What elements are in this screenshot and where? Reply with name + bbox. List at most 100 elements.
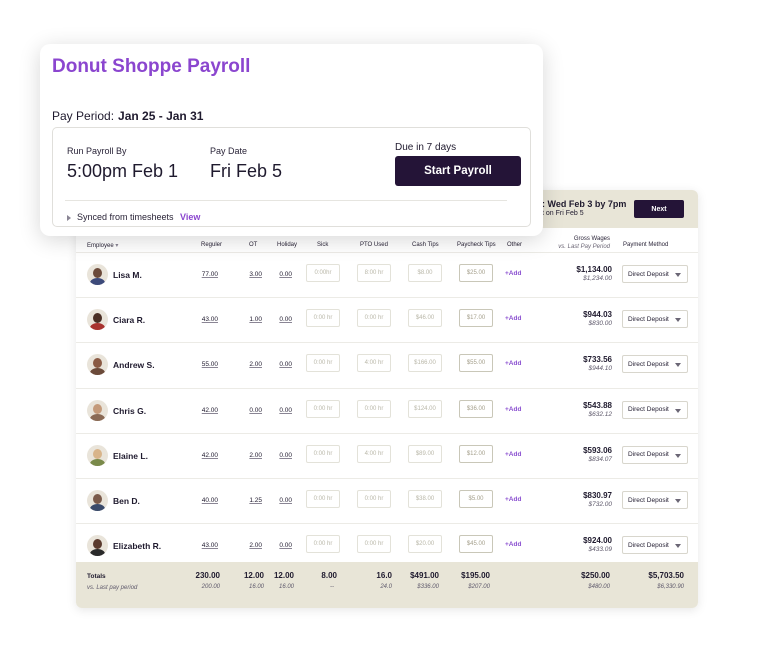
employee-name[interactable]: Andrew S. [113, 360, 155, 370]
payment-method-select[interactable]: Direct Deposit [622, 536, 688, 555]
cash-tips-input[interactable]: $46.00 [408, 309, 442, 328]
column-header-employee[interactable]: Employee ▾ [87, 242, 118, 249]
sick-input[interactable]: 0:00 hr [306, 535, 340, 554]
view-timesheets-link[interactable]: View [180, 212, 200, 222]
expand-caret-icon[interactable] [67, 215, 71, 221]
employee-name[interactable]: Chris G. [113, 406, 146, 416]
regular-hours[interactable]: 42.00 [202, 452, 218, 459]
paycheck-tips-input[interactable]: $25.00 [459, 264, 493, 282]
ot-hours[interactable]: 1.25 [249, 497, 262, 504]
regular-hours[interactable]: 55.00 [202, 361, 218, 368]
chevron-down-icon [675, 273, 681, 277]
paycheck-tips-input[interactable]: $5.00 [459, 490, 493, 508]
avatar [87, 309, 108, 331]
total-cash-tips: $491.00 [410, 571, 439, 580]
cash-tips-input[interactable]: $20.00 [408, 535, 442, 554]
regular-hours[interactable]: 77.00 [202, 271, 218, 278]
ot-hours[interactable]: 2.00 [249, 542, 262, 549]
pto-input[interactable]: 0:00 hr [357, 309, 391, 328]
add-other-link[interactable]: +Add [505, 270, 521, 277]
prev-total-sick: -- [330, 584, 334, 590]
ot-hours[interactable]: 1.00 [249, 316, 262, 323]
holiday-hours[interactable]: 0.00 [279, 542, 292, 549]
deadline-subtext: t on Fri Feb 5 [542, 210, 584, 217]
add-other-link[interactable]: +Add [505, 451, 521, 458]
regular-hours[interactable]: 43.00 [202, 542, 218, 549]
pay-period: Pay Period: Jan 25 - Jan 31 [52, 109, 203, 123]
holiday-hours[interactable]: 0.00 [279, 361, 292, 368]
gross-wages-value: $593.06 [583, 445, 612, 455]
add-other-link[interactable]: +Add [505, 360, 521, 367]
pto-input[interactable]: 4:00 hr [357, 354, 391, 373]
paycheck-tips-input[interactable]: $36.00 [459, 399, 493, 418]
start-payroll-button[interactable]: Start Payroll [395, 156, 521, 186]
pto-input[interactable]: 0:00 hr [357, 535, 391, 554]
paycheck-tips-input[interactable]: $17.00 [459, 309, 493, 328]
holiday-hours[interactable]: 0.00 [279, 452, 292, 459]
holiday-hours[interactable]: 0.00 [279, 497, 292, 504]
payroll-summary-card: Donut Shoppe Payroll Pay Period: Jan 25 -… [40, 44, 543, 236]
page-title: Donut Shoppe Payroll [52, 56, 251, 77]
regular-hours[interactable]: 42.00 [202, 407, 218, 414]
cash-tips-input[interactable]: $124.00 [408, 399, 442, 418]
sick-input[interactable]: 0:00 hr [306, 354, 340, 373]
sick-input[interactable]: 0:00 hr [306, 399, 340, 418]
payment-method-select[interactable]: Direct Deposit [622, 400, 688, 419]
gross-wages: $593.06 $834.07 [546, 446, 612, 464]
payment-method-select[interactable]: Direct Deposit [622, 445, 688, 464]
ot-hours[interactable]: 2.00 [249, 452, 262, 459]
employee-name[interactable]: Lisa M. [113, 270, 142, 280]
paycheck-tips-input[interactable]: $45.00 [459, 535, 493, 554]
payment-method-select[interactable]: Direct Deposit [622, 491, 688, 509]
holiday-hours[interactable]: 0.00 [279, 316, 292, 323]
gross-wages-value: $733.56 [583, 355, 612, 365]
pay-date-value: Fri Feb 5 [210, 161, 283, 181]
regular-hours[interactable]: 43.00 [202, 316, 218, 323]
next-button[interactable]: Next [634, 200, 684, 218]
payment-method-select[interactable]: Direct Deposit [622, 310, 688, 329]
sick-input[interactable]: 0:00hr [306, 264, 340, 282]
gross-wages-value: $924.00 [583, 536, 612, 546]
cash-tips-input[interactable]: $89.00 [408, 444, 442, 463]
cash-tips-input[interactable]: $166.00 [408, 354, 442, 373]
payment-method-select[interactable]: Direct Deposit [622, 355, 688, 374]
ot-hours[interactable]: 0.00 [249, 407, 262, 414]
payment-method-select[interactable]: Direct Deposit [622, 265, 688, 283]
add-other-link[interactable]: +Add [505, 496, 521, 503]
holiday-hours[interactable]: 0.00 [279, 407, 292, 414]
ot-hours[interactable]: 2.00 [249, 361, 262, 368]
pto-input[interactable]: 8:00 hr [357, 264, 391, 282]
paycheck-tips-input[interactable]: $12.00 [459, 444, 493, 463]
holiday-hours[interactable]: 0.00 [279, 271, 292, 278]
add-other-link[interactable]: +Add [505, 541, 521, 548]
add-other-link[interactable]: +Add [505, 315, 521, 322]
pto-input[interactable]: 0:00 hr [357, 399, 391, 418]
ot-hours[interactable]: 3.00 [249, 271, 262, 278]
run-by-value: 5:00pm Feb 1 [67, 161, 179, 181]
sick-input[interactable]: 0:00 hr [306, 444, 340, 463]
gross-wages: $924.00 $433.09 [546, 536, 612, 554]
regular-hours[interactable]: 40.00 [202, 497, 218, 504]
paycheck-tips-input[interactable]: $55.00 [459, 354, 493, 373]
chevron-down-icon [675, 363, 681, 368]
prev-total-holiday: 16.00 [278, 584, 294, 590]
deadline-text: : Wed Feb 3 by 7pm [542, 199, 627, 209]
employee-name[interactable]: Elizabeth R. [113, 541, 161, 551]
sick-input[interactable]: 0:00 hr [306, 490, 340, 508]
payroll-run-box: Run Payroll By 5:00pm Feb 1 Pay Date Fri… [52, 127, 531, 227]
gross-wages: $543.88 $632.12 [546, 401, 612, 419]
employee-name[interactable]: Ben D. [113, 496, 140, 506]
table-row: Elaine L. 42.00 2.00 0.00 0:00 hr 4:00 hr $89.… [76, 432, 698, 478]
sick-input[interactable]: 0:00 hr [306, 309, 340, 328]
pto-input[interactable]: 4:00 hr [357, 444, 391, 463]
gross-wages-value: $944.03 [583, 310, 612, 320]
total-sick: 8.00 [321, 571, 337, 580]
cash-tips-input[interactable]: $38.00 [408, 490, 442, 508]
pay-period-label: Pay Period: [52, 109, 115, 123]
add-other-link[interactable]: +Add [505, 406, 521, 413]
employee-name[interactable]: Elaine L. [113, 451, 148, 461]
employee-name[interactable]: Ciara R. [113, 315, 145, 325]
total-payment: $5,703.50 [648, 571, 684, 580]
pto-input[interactable]: 0:00 hr [357, 490, 391, 508]
cash-tips-input[interactable]: $8.00 [408, 264, 442, 282]
